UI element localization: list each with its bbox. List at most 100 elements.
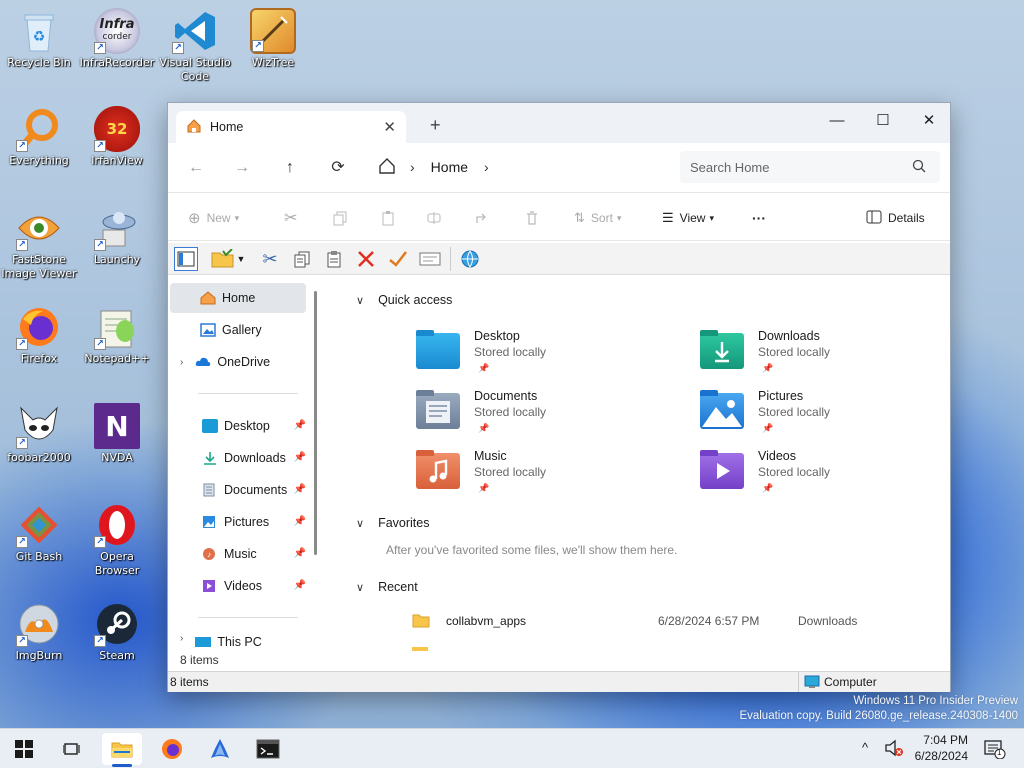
- sidebar-item-this-pc[interactable]: › This PC: [170, 633, 306, 649]
- taskbar-firefox[interactable]: [152, 733, 192, 765]
- volume-muted-icon[interactable]: [884, 739, 904, 760]
- sidebar-item-documents[interactable]: Documents 📌: [170, 475, 306, 505]
- desktop-folder-icon: [416, 330, 460, 369]
- desktop-icon-recycle-bin[interactable]: ♻ Recycle Bin: [0, 8, 78, 70]
- address-bar[interactable]: › Home ›: [372, 151, 672, 183]
- irfanview-icon: 32 ↗: [94, 106, 140, 152]
- desktop-icon-imgburn[interactable]: ↗ ImgBurn: [0, 601, 78, 663]
- desktop-icon-firefox[interactable]: ↗ Firefox: [0, 304, 78, 366]
- maximize-button[interactable]: ☐: [860, 107, 906, 135]
- delete-icon[interactable]: [524, 207, 540, 229]
- more-options-button[interactable]: ···: [752, 207, 766, 229]
- taskbar-terminal[interactable]: [248, 733, 288, 765]
- refresh-button[interactable]: ⟳: [324, 155, 352, 181]
- desktop-icon-label: foobar2000: [7, 451, 71, 464]
- desktop-icon-notepadpp[interactable]: ↗ Notepad++: [78, 304, 156, 366]
- chevron-down-icon: ▾: [234, 212, 240, 223]
- search-input[interactable]: Search Home: [680, 151, 940, 183]
- breadcrumb-separator[interactable]: ›: [484, 159, 489, 175]
- desktop-icon-opera[interactable]: ↗ Opera Browser: [78, 502, 156, 578]
- quick-access-item-desktop[interactable]: Desktop Stored locally 📌: [416, 329, 656, 385]
- recent-item[interactable]: collabvm_apps 6/28/2024 6:57 PM Download…: [412, 611, 932, 633]
- launchy-icon: ↗: [94, 205, 140, 251]
- network-globe-icon[interactable]: [458, 247, 482, 271]
- notification-center-icon[interactable]: 1: [984, 739, 1006, 762]
- paste-icon[interactable]: [322, 247, 346, 271]
- rename-icon[interactable]: [426, 207, 442, 229]
- desktop-icon-label: Notepad++: [84, 352, 150, 365]
- this-pc-icon: [195, 637, 212, 647]
- recent-header[interactable]: ∨ Recent: [356, 580, 418, 594]
- breadcrumb-home[interactable]: Home: [431, 159, 468, 175]
- desktop-icon-foobar2000[interactable]: ↗ foobar2000: [0, 403, 78, 465]
- desktop-icon-everything[interactable]: ↗ Everything: [0, 106, 78, 168]
- sidebar-item-downloads[interactable]: Downloads 📌: [170, 443, 306, 473]
- desktop-icon-git-bash[interactable]: ↗ Git Bash: [0, 502, 78, 564]
- copy-icon[interactable]: [332, 207, 348, 229]
- checkmark-icon[interactable]: [386, 247, 410, 271]
- cut-icon[interactable]: ✂: [284, 207, 297, 229]
- sidebar-scrollbar[interactable]: [314, 291, 317, 555]
- shortcut-arrow-icon: ↗: [172, 42, 184, 54]
- desktop-icon-wiztree[interactable]: ↗ WizTree: [234, 8, 312, 70]
- start-button[interactable]: [4, 733, 44, 765]
- pictures-folder-icon: [700, 390, 744, 429]
- close-tab-icon[interactable]: ✕: [383, 118, 396, 136]
- chevron-right-icon[interactable]: ›: [180, 633, 183, 644]
- chevron-right-icon[interactable]: ›: [180, 357, 183, 368]
- status-zone: Computer: [824, 675, 877, 689]
- navigation-pane-toggle-icon[interactable]: [174, 247, 198, 271]
- sidebar-item-gallery[interactable]: Gallery: [170, 315, 306, 345]
- sidebar-item-music[interactable]: ♪ Music 📌: [170, 539, 306, 569]
- taskbar-file-explorer[interactable]: [102, 733, 142, 767]
- desktop-icon-label: WizTree: [251, 56, 295, 69]
- details-button[interactable]: Details: [866, 207, 925, 229]
- quick-access-item-videos[interactable]: Videos Stored locally 📌: [700, 449, 940, 505]
- properties-icon[interactable]: [418, 247, 442, 271]
- paste-icon[interactable]: [380, 207, 396, 229]
- cut-icon[interactable]: ✂: [258, 247, 282, 271]
- share-icon[interactable]: [474, 207, 490, 229]
- delete-x-icon[interactable]: [354, 247, 378, 271]
- sidebar-item-desktop[interactable]: Desktop 📌: [170, 411, 306, 441]
- desktop-icon-nvda[interactable]: N NVDA: [78, 403, 156, 465]
- quick-access-item-music[interactable]: Music Stored locally 📌: [416, 449, 656, 505]
- quick-access-header[interactable]: ∨ Quick access: [356, 293, 452, 307]
- minimize-button[interactable]: —: [814, 107, 860, 135]
- desktop-icon-infrarecorder[interactable]: Infra corder ↗ InfraRecorder: [78, 8, 156, 70]
- sidebar-item-home[interactable]: Home: [170, 283, 306, 313]
- new-tab-button[interactable]: +: [430, 115, 441, 136]
- title-bar[interactable]: Home ✕ + — ☐ ✕: [168, 103, 950, 143]
- quick-access-item-documents[interactable]: Documents Stored locally 📌: [416, 389, 656, 445]
- taskbar-app[interactable]: [200, 733, 240, 765]
- desktop-icon-faststone[interactable]: ↗ FastStone Image Viewer: [0, 205, 78, 281]
- file-explorer-window[interactable]: Home ✕ + — ☐ ✕ ← → ↑ ⟳ › Home › Search H…: [167, 102, 951, 692]
- desktop-icon-vscode[interactable]: ↗ Visual Studio Code: [156, 8, 234, 84]
- favorites-header[interactable]: ∨ Favorites: [356, 516, 429, 530]
- desktop-icon-launchy[interactable]: ↗ Launchy: [78, 205, 156, 267]
- sort-button[interactable]: ⇅ Sort ▾: [574, 207, 621, 229]
- clock-time: 7:04 PM: [923, 733, 968, 747]
- folder-options-icon[interactable]: ▼: [208, 247, 248, 271]
- forward-button[interactable]: →: [228, 155, 256, 181]
- show-hidden-icons-chevron-icon[interactable]: ^: [862, 740, 868, 755]
- back-button[interactable]: ←: [182, 155, 210, 181]
- task-view-button[interactable]: [52, 733, 92, 765]
- desktop-icon-irfanview[interactable]: 32 ↗ IrfanView: [78, 106, 156, 168]
- desktop-folder-icon: [202, 419, 218, 433]
- vscode-icon: ↗: [172, 8, 218, 54]
- sidebar-item-onedrive[interactable]: › OneDrive: [170, 347, 306, 377]
- quick-access-item-pictures[interactable]: Pictures Stored locally 📌: [700, 389, 940, 445]
- system-clock[interactable]: 7:04 PM 6/28/2024: [915, 732, 968, 764]
- close-window-button[interactable]: ✕: [906, 107, 952, 135]
- sidebar-item-pictures[interactable]: Pictures 📌: [170, 507, 306, 537]
- home-content-pane: ∨ Quick access Desktop Stored locally 📌 …: [326, 277, 950, 667]
- new-button[interactable]: ⊕ New ▾: [188, 207, 239, 229]
- up-button[interactable]: ↑: [276, 155, 304, 181]
- sidebar-item-videos[interactable]: Videos 📌: [170, 571, 306, 601]
- copy-icon[interactable]: [290, 247, 314, 271]
- view-button[interactable]: ☰ View ▾: [662, 207, 714, 229]
- desktop-icon-steam[interactable]: ↗ Steam: [78, 601, 156, 663]
- quick-access-item-downloads[interactable]: Downloads Stored locally 📌: [700, 329, 940, 385]
- tab-home[interactable]: Home ✕: [176, 111, 406, 143]
